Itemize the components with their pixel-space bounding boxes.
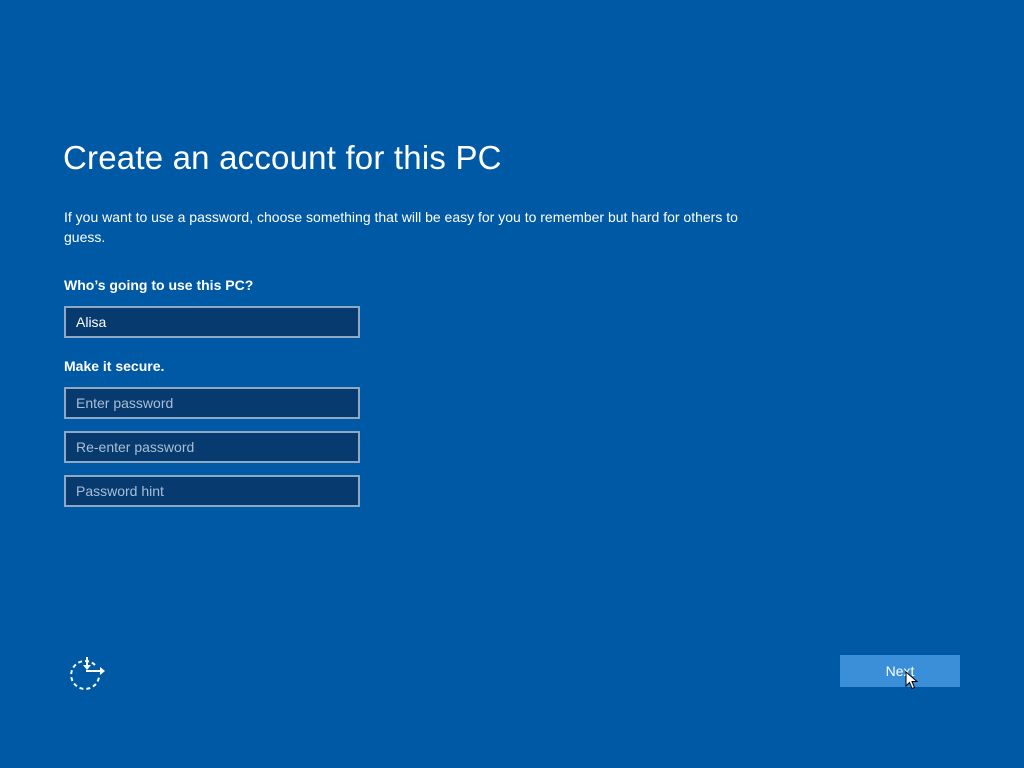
ease-of-access-button[interactable]	[68, 654, 108, 690]
secure-label: Make it secure.	[64, 358, 165, 374]
reenter-password-input[interactable]	[64, 431, 360, 463]
page-title: Create an account for this PC	[63, 139, 502, 176]
ease-of-access-icon	[70, 657, 105, 690]
password-hint-input[interactable]	[64, 475, 360, 507]
username-input[interactable]	[64, 306, 360, 338]
username-label: Who’s going to use this PC?	[64, 277, 254, 293]
password-input[interactable]	[64, 387, 360, 419]
page-description: If you want to use a password, choose so…	[64, 209, 738, 245]
next-button[interactable]: Next	[840, 655, 960, 687]
